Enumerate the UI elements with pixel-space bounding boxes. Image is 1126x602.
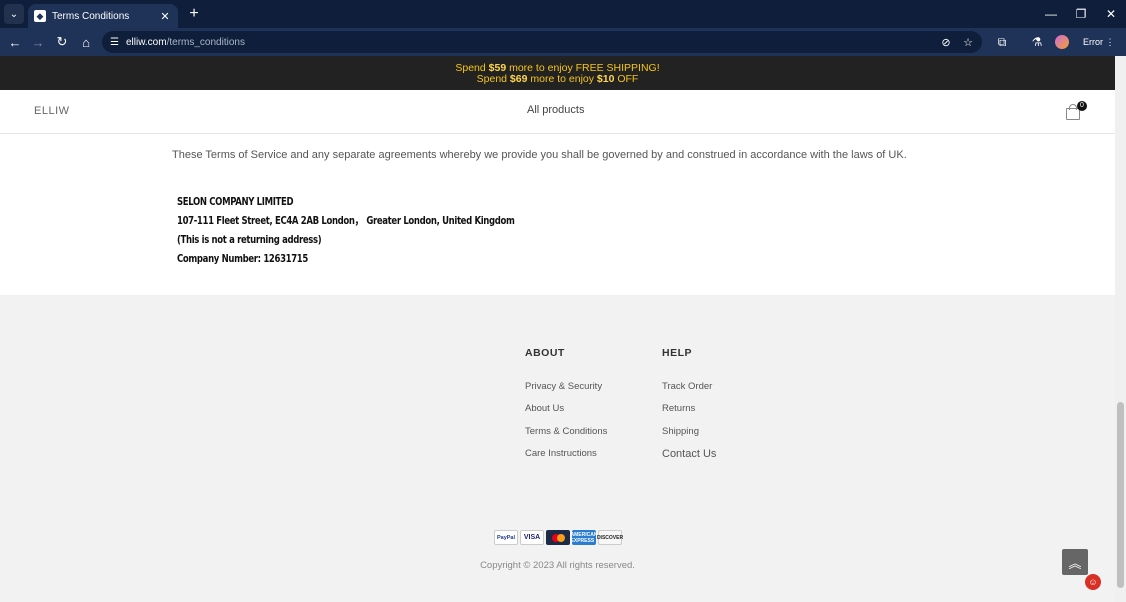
bookmark-star-icon[interactable]: ☆ [960,34,976,50]
footer-link-terms[interactable]: Terms & Conditions [525,426,607,448]
window-close-icon[interactable]: ✕ [1096,0,1126,28]
payment-methods: PayPal VISA AMERICAN EXPRESS DISCOVER [494,530,623,545]
web-page: Spend $59 more to enjoy FREE SHIPPING! S… [0,56,1115,602]
url-host: elliw.com [126,36,167,48]
tab-title: Terms Conditions [52,10,130,22]
shield-favicon-icon: ◆ [34,10,46,22]
address-bar[interactable]: ☰ elliw.com /terms_conditions ⊘ ☆ [102,31,982,53]
window-controls: — ❐ ✕ [1036,0,1126,28]
footer-link-contact-us[interactable]: Contact Us [662,448,716,470]
company-name: SELON COMPANY LIMITED [177,195,294,208]
cart-count-badge: 0 [1077,101,1087,111]
footer-about-column: ABOUT Privacy & Security About Us Terms … [525,347,607,470]
company-info: SELON COMPANY LIMITED 107-111 Fleet Stre… [177,192,569,268]
back-to-top-chevron-icon[interactable]: ︽ [1062,549,1088,575]
close-icon[interactable]: ✕ [158,10,172,23]
site-info-icon[interactable]: ☰ [110,37,126,48]
tab-search-icon[interactable]: ⌄ [4,4,24,24]
scrollbar-thumb[interactable] [1117,402,1124,588]
company-address: 107-111 Fleet Street, EC4A 2AB London， G… [177,214,515,227]
url-path: /terms_conditions [166,36,245,48]
error-label: Error [1083,37,1103,47]
mastercard-icon [546,530,570,545]
terms-governing-law-text: These Terms of Service and any separate … [172,149,907,161]
discover-icon: DISCOVER [597,530,623,545]
new-tab-plus-icon[interactable]: + [186,4,202,24]
footer-link-care[interactable]: Care Instructions [525,448,607,470]
minimize-icon[interactable]: — [1036,0,1066,28]
terms-content: These Terms of Service and any separate … [0,134,1115,295]
browser-tab-bar: ⌄ ◆ Terms Conditions ✕ + — ❐ ✕ [0,0,1126,28]
promo-banner: Spend $59 more to enjoy FREE SHIPPING! S… [0,56,1115,90]
support-chat-icon[interactable]: ☺ [1085,574,1101,590]
copyright-text: Copyright © 2023 All rights reserved. [480,560,635,571]
paypal-icon: PayPal [494,530,518,545]
home-icon[interactable]: ⌂ [76,32,96,52]
eye-off-icon[interactable]: ⊘ [938,34,954,50]
amex-icon: AMERICAN EXPRESS [570,530,598,545]
visa-icon: VISA [520,530,544,545]
page-scrollbar[interactable] [1115,56,1126,602]
profile-avatar[interactable] [1055,35,1069,49]
promo-line-discount: Spend $69 more to enjoy $10 OFF [476,73,639,85]
site-footer: ABOUT Privacy & Security About Us Terms … [0,295,1115,602]
browser-tab[interactable]: ◆ Terms Conditions ✕ [28,4,178,28]
site-header: ELLIW All products 0 [0,90,1115,134]
footer-help-heading: HELP [662,347,693,359]
footer-help-column: HELP Track Order Returns Shipping Contac… [662,347,716,470]
footer-link-track-order[interactable]: Track Order [662,381,716,403]
footer-link-shipping[interactable]: Shipping [662,426,716,448]
brand-logo[interactable]: ELLIW [34,105,70,117]
labs-flask-icon[interactable]: ⚗ [1028,33,1046,51]
restore-icon[interactable]: ❐ [1066,0,1096,28]
footer-link-privacy[interactable]: Privacy & Security [525,381,607,403]
reload-icon[interactable]: ↻ [52,32,72,52]
nav-all-products[interactable]: All products [527,104,584,116]
cart-icon[interactable]: 0 [1066,101,1087,120]
forward-arrow-icon[interactable]: → [28,32,48,52]
error-button[interactable]: Error ⋮ [1079,33,1119,51]
footer-link-returns[interactable]: Returns [662,403,716,425]
browser-toolbar: ← → ↻ ⌂ ☰ elliw.com /terms_conditions ⊘ … [0,28,1126,56]
company-address-note: (This is not a returning address) [177,233,322,246]
extensions-icon[interactable]: ⧉ [993,33,1011,51]
company-number: Company Number: 12631715 [177,252,308,265]
footer-about-heading: ABOUT [525,347,565,359]
footer-link-about-us[interactable]: About Us [525,403,607,425]
back-arrow-icon[interactable]: ← [5,32,25,52]
